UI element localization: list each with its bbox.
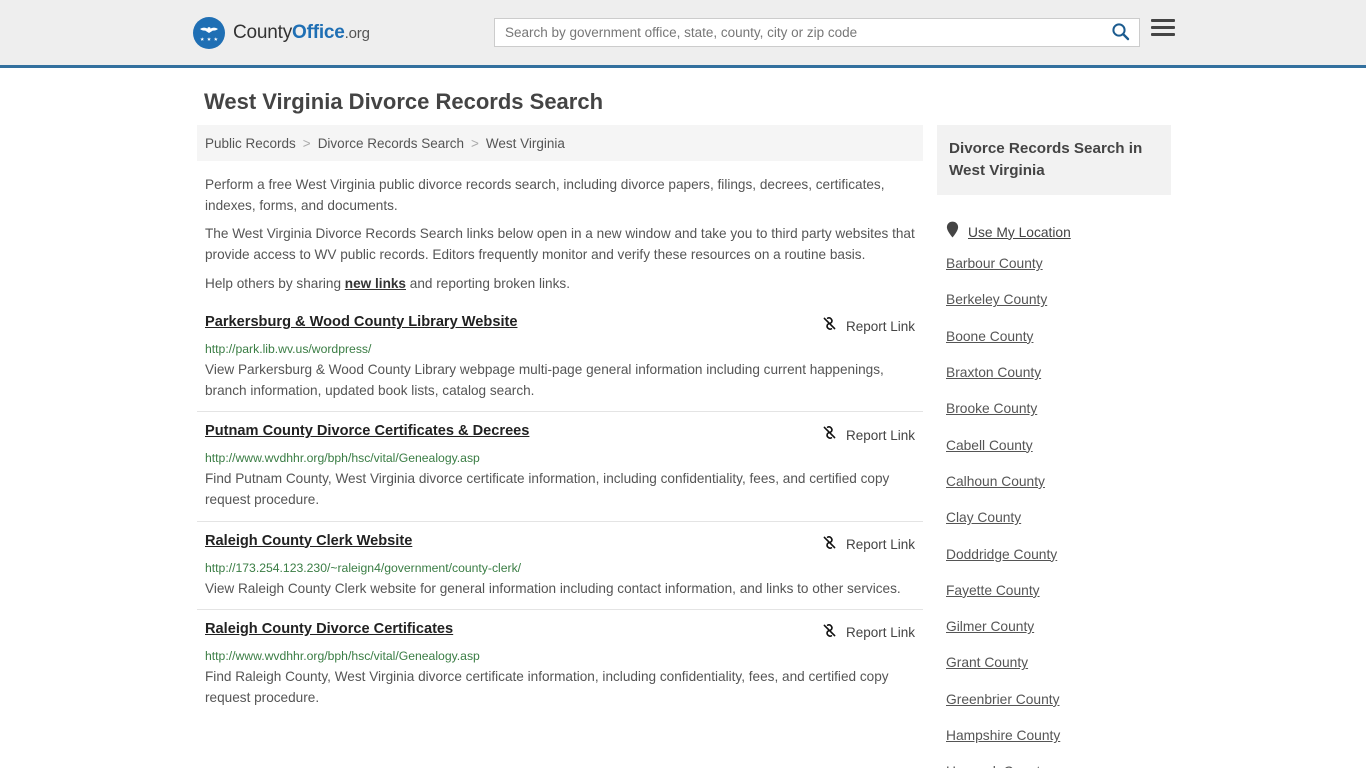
report-link-button[interactable]: Report Link <box>821 533 915 556</box>
broken-link-icon <box>821 622 838 644</box>
eagle-seal-icon <box>193 16 225 49</box>
hamburger-bar <box>1151 26 1175 29</box>
county-link-cabell[interactable]: Cabell County <box>937 438 1171 453</box>
result-url[interactable]: http://www.wvdhhr.org/bph/hsc/vital/Gene… <box>205 451 915 465</box>
result-header: Raleigh County Clerk Website Report Link <box>205 533 915 556</box>
map-pin-icon <box>946 221 959 243</box>
result-item: Parkersburg & Wood County Library Websit… <box>197 308 923 411</box>
result-title-link[interactable]: Putnam County Divorce Certificates & Dec… <box>205 423 529 439</box>
result-item: Putnam County Divorce Certificates & Dec… <box>197 411 923 520</box>
main-content: Public Records > Divorce Records Search … <box>197 125 923 718</box>
intro-paragraph-2: The West Virginia Divorce Records Search… <box>205 226 915 262</box>
sidebar: Divorce Records Search in West Virginia … <box>937 125 1171 768</box>
breadcrumb-item-divorce-records-search[interactable]: Divorce Records Search <box>318 136 464 151</box>
search-button[interactable] <box>1101 19 1139 46</box>
site-header: CountyOffice.org <box>0 0 1366 68</box>
search-bar[interactable] <box>494 18 1140 47</box>
county-link-clay[interactable]: Clay County <box>937 510 1171 525</box>
report-link-label: Report Link <box>845 427 915 443</box>
site-logo[interactable]: CountyOffice.org <box>193 16 370 49</box>
county-link-grant[interactable]: Grant County <box>937 655 1171 670</box>
intro-text: Perform a free West Virginia public divo… <box>197 161 923 294</box>
logo-text-county: County <box>233 21 293 43</box>
county-link-greenbrier[interactable]: Greenbrier County <box>937 692 1171 707</box>
logo-text-tld: .org <box>344 24 370 42</box>
breadcrumb-separator: > <box>302 135 311 151</box>
breadcrumb-item-public-records[interactable]: Public Records <box>205 136 296 151</box>
intro-paragraph-3-before: Help others by sharing <box>205 275 345 291</box>
result-description: Find Putnam County, West Virginia divorc… <box>205 471 890 508</box>
county-link-hampshire[interactable]: Hampshire County <box>937 728 1171 743</box>
report-link-button[interactable]: Report Link <box>821 423 915 446</box>
county-link-hancock[interactable]: Hancock County <box>937 764 1171 768</box>
result-url[interactable]: http://www.wvdhhr.org/bph/hsc/vital/Gene… <box>205 649 915 663</box>
report-link-label: Report Link <box>845 318 915 334</box>
search-icon <box>1111 22 1130 44</box>
county-link-calhoun[interactable]: Calhoun County <box>937 474 1171 489</box>
report-link-button[interactable]: Report Link <box>821 621 915 644</box>
page-title: West Virginia Divorce Records Search <box>204 89 604 114</box>
county-link-braxton[interactable]: Braxton County <box>937 365 1171 380</box>
hamburger-menu-icon[interactable] <box>1151 19 1175 36</box>
result-header: Raleigh County Divorce Certificates Repo… <box>205 621 915 644</box>
use-my-location-label: Use My Location <box>968 224 1071 240</box>
report-link-button[interactable]: Report Link <box>821 314 915 337</box>
breadcrumb: Public Records > Divorce Records Search … <box>197 125 923 161</box>
result-header: Putnam County Divorce Certificates & Dec… <box>205 423 915 446</box>
broken-link-icon <box>821 315 838 337</box>
hamburger-bar <box>1151 19 1175 22</box>
intro-paragraph-1: Perform a free West Virginia public divo… <box>205 177 885 213</box>
county-links-list: Barbour County Berkeley County Boone Cou… <box>937 256 1171 768</box>
county-link-barbour[interactable]: Barbour County <box>937 256 1171 271</box>
county-link-berkeley[interactable]: Berkeley County <box>937 292 1171 307</box>
result-title-link[interactable]: Raleigh County Divorce Certificates <box>205 621 453 637</box>
result-item: Raleigh County Clerk Website Report Link… <box>197 520 923 609</box>
result-description: View Parkersburg & Wood County Library w… <box>205 362 884 399</box>
result-item: Raleigh County Divorce Certificates Repo… <box>197 608 923 718</box>
report-link-label: Report Link <box>845 625 915 641</box>
result-url[interactable]: http://park.lib.wv.us/wordpress/ <box>205 342 915 356</box>
result-title-link[interactable]: Parkersburg & Wood County Library Websit… <box>205 314 517 330</box>
results-list: Parkersburg & Wood County Library Websit… <box>197 308 923 717</box>
broken-link-icon <box>821 534 838 556</box>
intro-paragraph-3-after: and reporting broken links. <box>406 275 570 291</box>
result-url[interactable]: http://173.254.123.230/~raleign4/governm… <box>205 561 915 575</box>
result-header: Parkersburg & Wood County Library Websit… <box>205 314 915 337</box>
breadcrumb-separator: > <box>471 135 479 151</box>
county-link-brooke[interactable]: Brooke County <box>937 401 1171 416</box>
county-link-gilmer[interactable]: Gilmer County <box>937 619 1171 634</box>
broken-link-icon <box>821 424 838 446</box>
intro-paragraph-3: Help others by sharing new links and rep… <box>197 274 923 295</box>
sidebar-heading: Divorce Records Search in West Virginia <box>937 125 1171 196</box>
site-logo-text: CountyOffice.org <box>233 22 370 44</box>
result-description: View Raleigh County Clerk website for ge… <box>205 580 901 596</box>
hamburger-bar <box>1151 33 1175 36</box>
county-link-boone[interactable]: Boone County <box>937 329 1171 344</box>
use-my-location-button[interactable]: Use My Location <box>937 221 1171 243</box>
county-link-doddridge[interactable]: Doddridge County <box>937 547 1171 562</box>
logo-text-office: Office <box>292 21 345 43</box>
result-title-link[interactable]: Raleigh County Clerk Website <box>205 533 412 549</box>
result-description: Find Raleigh County, West Virginia divor… <box>205 668 889 705</box>
search-input[interactable] <box>495 19 1101 46</box>
report-link-label: Report Link <box>845 537 915 553</box>
new-links-link[interactable]: new links <box>345 276 406 291</box>
breadcrumb-item-west-virginia: West Virginia <box>485 135 565 151</box>
county-link-fayette[interactable]: Fayette County <box>937 583 1171 598</box>
